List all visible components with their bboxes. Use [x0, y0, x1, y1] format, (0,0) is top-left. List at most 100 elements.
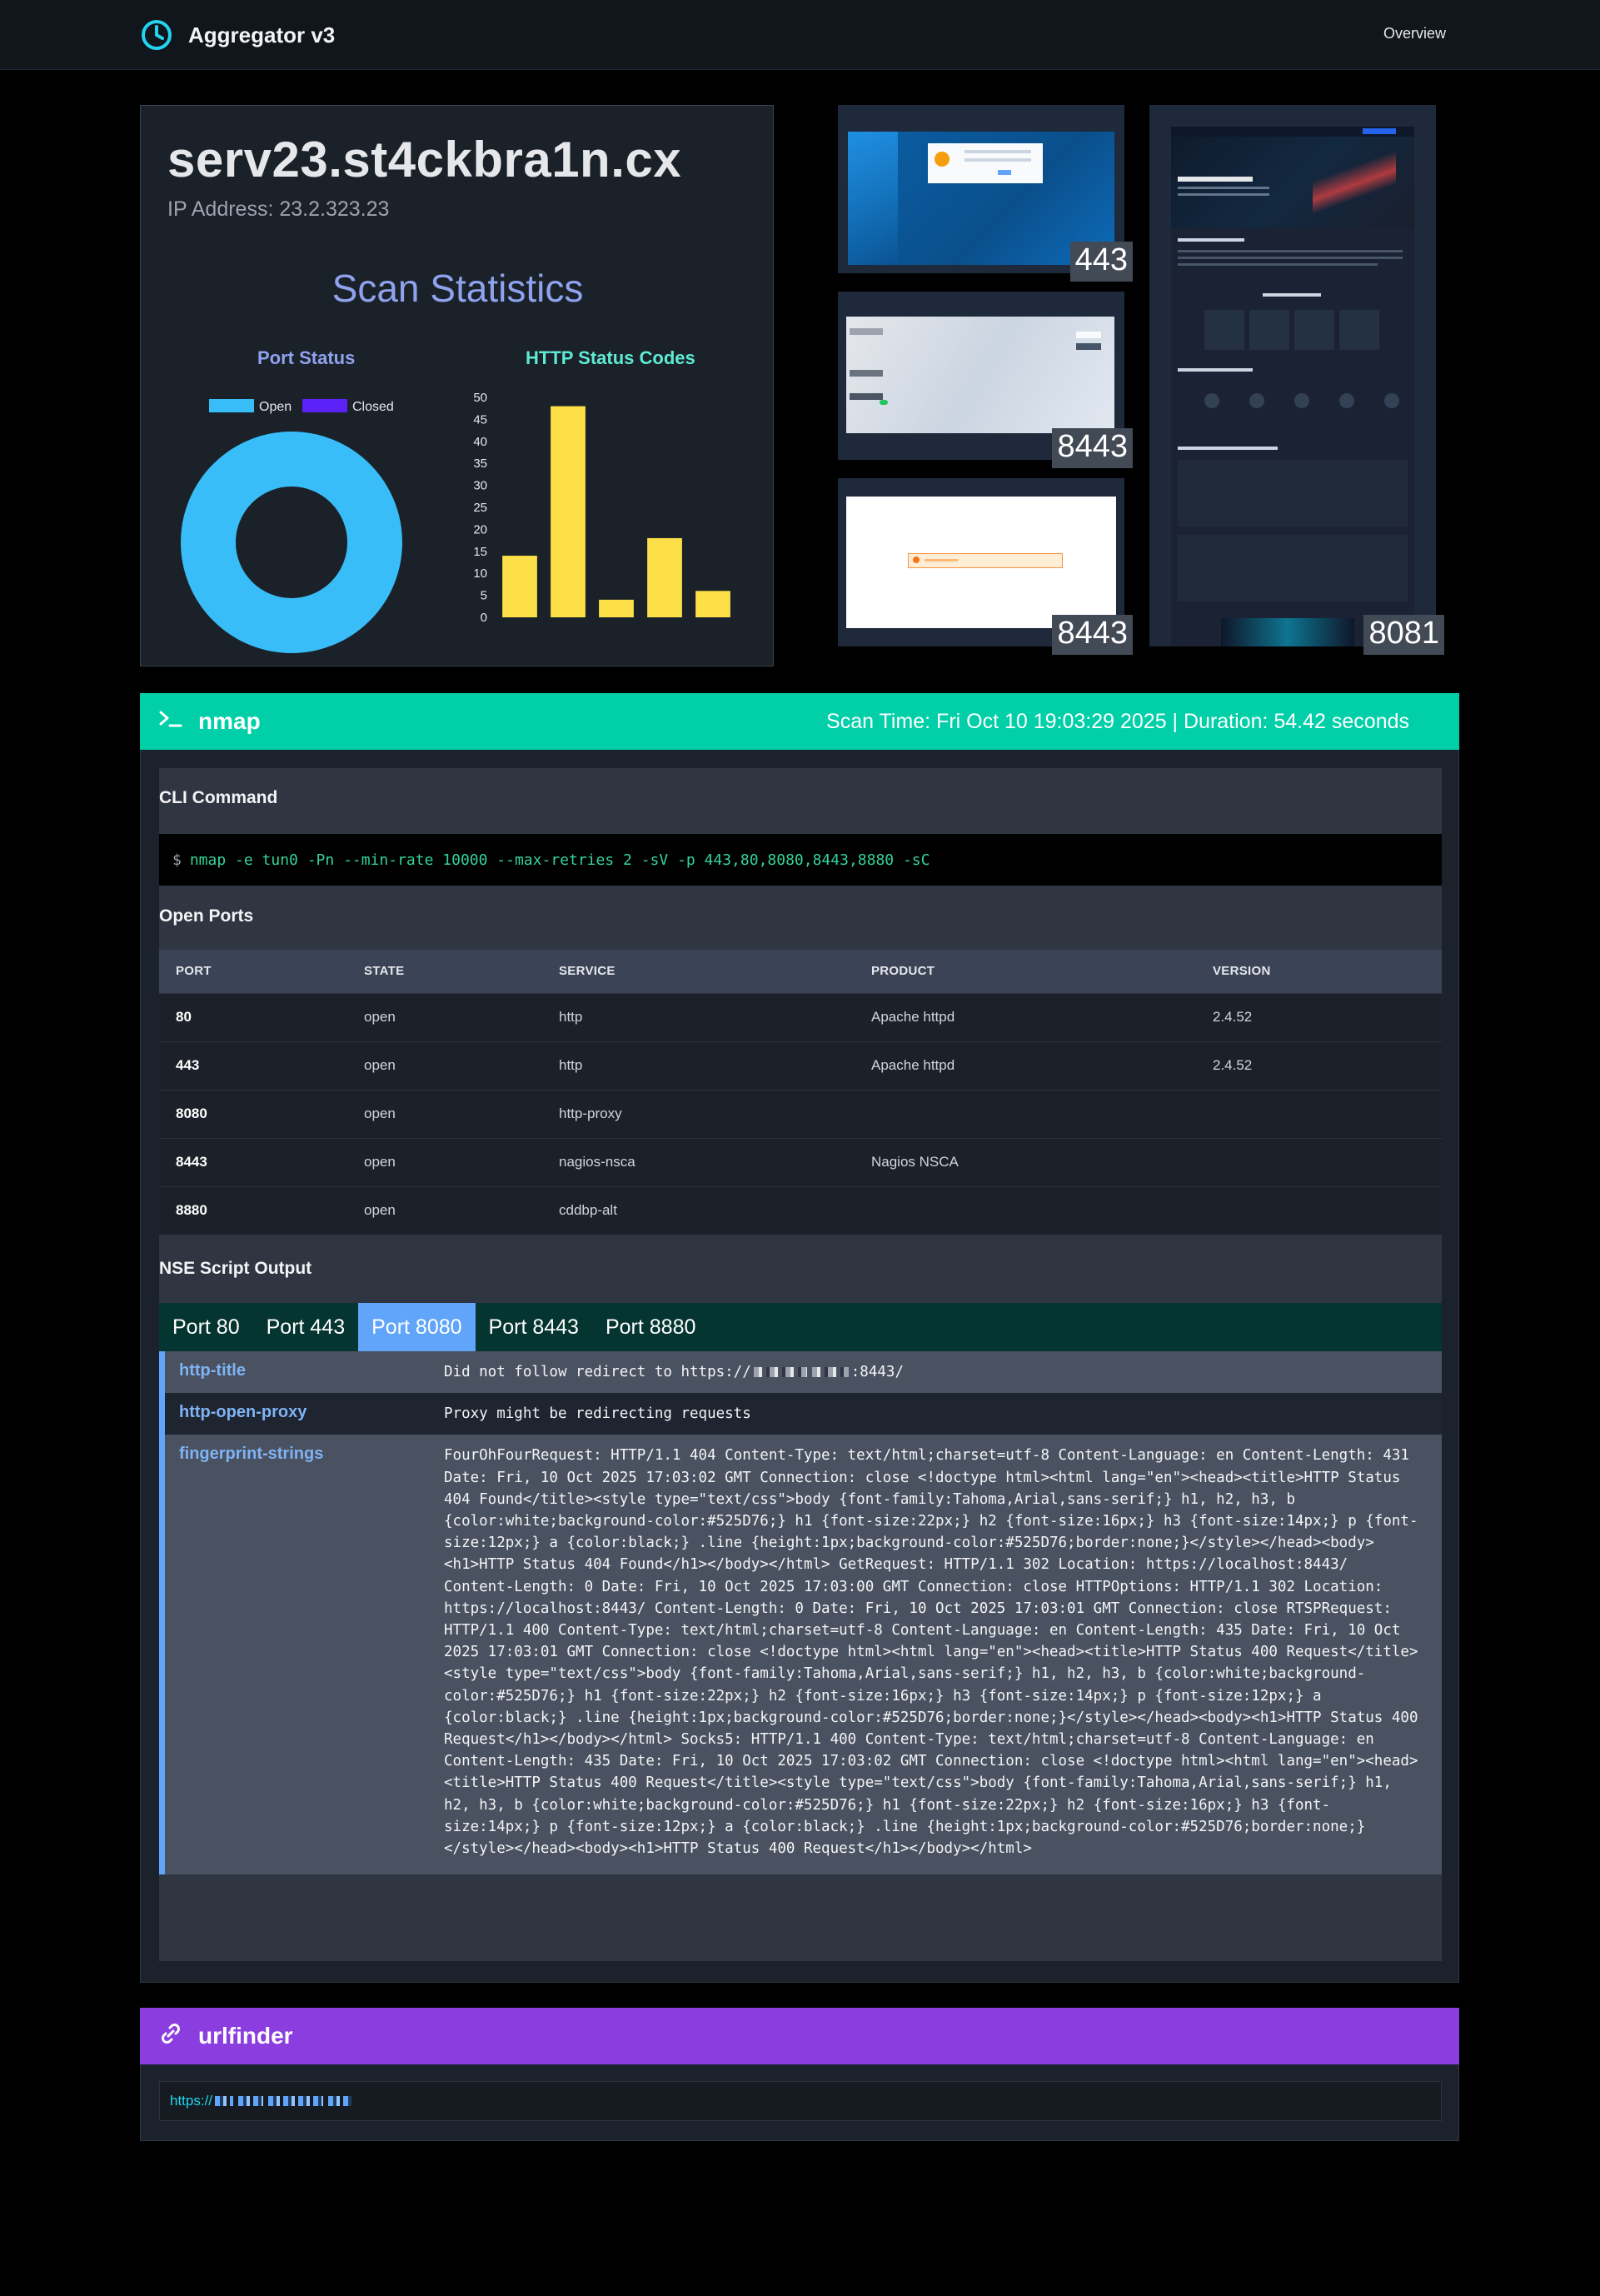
bar[interactable]	[695, 591, 730, 617]
version-cell	[1196, 1185, 1442, 1235]
port-cell: 8080	[159, 1089, 347, 1138]
tab-port-8080[interactable]: Port 8080	[358, 1303, 476, 1351]
table-row: 8880 open cddbp-alt	[159, 1185, 1442, 1235]
service-cell: nagios-nsca	[542, 1137, 855, 1186]
app-title: Aggregator v3	[188, 22, 336, 47]
column-header: PORT	[159, 950, 347, 993]
donut-slice[interactable]	[181, 432, 402, 653]
screenshot-thumbnail[interactable]: 8443	[838, 478, 1133, 655]
urlfinder-title: urlfinder	[198, 2023, 293, 2049]
url-item[interactable]: https://	[159, 2081, 1442, 2121]
state-cell: open	[347, 992, 542, 1041]
y-tick-label: 0	[481, 611, 487, 625]
product-cell	[855, 1089, 1196, 1138]
state-cell: open	[347, 1137, 542, 1186]
column-header: VERSION	[1196, 950, 1442, 993]
scan-statistics-title: Scan Statistics	[331, 267, 584, 310]
version-cell: 2.4.52	[1196, 992, 1442, 1041]
nav-overview-link[interactable]: Overview	[1383, 25, 1446, 42]
script-output: Proxy might be redirecting requests	[444, 1405, 751, 1423]
y-tick-label: 10	[473, 567, 487, 581]
script-output: Did not follow redirect to https://:8443…	[444, 1361, 1427, 1383]
service-cell: http-proxy	[542, 1089, 855, 1138]
screenshot-image	[1171, 127, 1414, 646]
script-output: FourOhFourRequest: HTTP/1.1 404 Content-…	[444, 1447, 1428, 1858]
nmap-content: CLI Command $ nmap -e tun0 -Pn --min-rat…	[159, 768, 1442, 1961]
y-tick-label: 50	[473, 391, 487, 405]
redacted-host	[811, 1367, 849, 1377]
y-tick-label: 45	[473, 412, 487, 427]
y-tick-label: 30	[473, 479, 487, 493]
screenshot-image	[846, 497, 1116, 628]
service-cell: cddbp-alt	[542, 1185, 855, 1235]
cli-command-label: CLI Command	[159, 788, 278, 807]
product-cell: Apache httpd	[855, 1041, 1196, 1090]
redacted-host	[753, 1367, 807, 1377]
ip-address: IP Address: 23.2.323.23	[167, 197, 390, 221]
table-row: 443 open http Apache httpd 2.4.52	[159, 1041, 1442, 1090]
nse-output-label: NSE Script Output	[159, 1259, 312, 1278]
script-row: http-title Did not follow redirect to ht…	[165, 1351, 1442, 1394]
script-row: http-open-proxy Proxy might be redirecti…	[165, 1393, 1442, 1435]
table-row: 8443 open nagios-nsca Nagios NSCA	[159, 1137, 1442, 1186]
product-cell: Nagios NSCA	[855, 1137, 1196, 1186]
script-row: fingerprint-strings FourOhFourRequest: H…	[165, 1435, 1442, 1875]
screenshot-thumbnail[interactable]: 8081	[1149, 105, 1444, 655]
version-cell	[1196, 1089, 1442, 1138]
host-panel: serv23.st4ckbra1n.cx IP Address: 23.2.32…	[140, 105, 774, 666]
y-tick-label: 15	[473, 545, 487, 559]
bar[interactable]	[551, 406, 586, 617]
script-output-prefix: Did not follow redirect to https://	[444, 1364, 751, 1380]
top-navbar: Aggregator v3 Overview	[0, 0, 1600, 70]
tab-port-80[interactable]: Port 80	[159, 1303, 253, 1351]
service-cell: http	[542, 992, 855, 1041]
open-ports-table: PORT STATE SERVICE PRODUCT VERSION 80 op…	[159, 950, 1442, 1235]
y-tick-label: 20	[473, 522, 487, 537]
legend-swatch	[302, 399, 347, 412]
tab-port-8443[interactable]: Port 8443	[476, 1303, 592, 1351]
bar[interactable]	[599, 599, 634, 617]
script-name: http-open-proxy	[179, 1403, 307, 1422]
cli-command-box[interactable]: $ nmap -e tun0 -Pn --min-rate 10000 --ma…	[159, 834, 1442, 886]
clock-icon	[142, 20, 172, 50]
column-header: PRODUCT	[855, 950, 1196, 993]
legend-label: Open	[259, 400, 292, 414]
column-header: SERVICE	[542, 950, 855, 993]
terminal-icon	[158, 708, 183, 736]
state-cell: open	[347, 1041, 542, 1090]
urlfinder-section: urlfinder https://	[140, 2008, 1459, 2141]
redacted-url	[238, 2096, 264, 2106]
screenshot-thumbnail[interactable]: 8443	[838, 292, 1133, 468]
legend-swatch	[209, 399, 254, 412]
urlfinder-header[interactable]: urlfinder	[140, 2008, 1459, 2064]
tab-port-443[interactable]: Port 443	[253, 1303, 359, 1351]
tab-port-8880[interactable]: Port 8880	[592, 1303, 709, 1351]
redacted-url	[215, 2096, 234, 2106]
bar[interactable]	[502, 556, 537, 617]
table-row: 8080 open http-proxy	[159, 1089, 1442, 1138]
hostname: serv23.st4ckbra1n.cx	[167, 132, 682, 187]
http-codes-title: HTTP Status Codes	[526, 347, 695, 368]
redacted-url	[328, 2096, 352, 2106]
screenshot-thumbnail[interactable]: 443	[838, 105, 1133, 282]
version-cell: 2.4.52	[1196, 1041, 1442, 1090]
redacted-url	[268, 2096, 324, 2106]
state-cell: open	[347, 1089, 542, 1138]
y-tick-label: 35	[473, 457, 487, 471]
bar[interactable]	[647, 537, 682, 617]
port-cell: 8443	[159, 1137, 347, 1186]
port-cell: 80	[159, 992, 347, 1041]
port-status-title: Port Status	[257, 347, 356, 368]
service-cell: http	[542, 1041, 855, 1090]
cli-prompt: $	[172, 851, 182, 869]
nmap-section: nmap Scan Time: Fri Oct 10 19:03:29 2025…	[140, 693, 1459, 1983]
brand[interactable]: Aggregator v3	[140, 18, 335, 52]
open-ports-label: Open Ports	[159, 906, 254, 926]
screenshot-port-badge: 8443	[1052, 615, 1133, 655]
screenshot-image	[846, 317, 1114, 433]
http-status-bar-chart: 051015202530354045500200400405501	[473, 391, 730, 625]
version-cell	[1196, 1137, 1442, 1186]
nmap-header[interactable]: nmap Scan Time: Fri Oct 10 19:03:29 2025…	[140, 693, 1459, 750]
y-tick-label: 25	[473, 501, 487, 515]
link-icon	[158, 2021, 183, 2052]
